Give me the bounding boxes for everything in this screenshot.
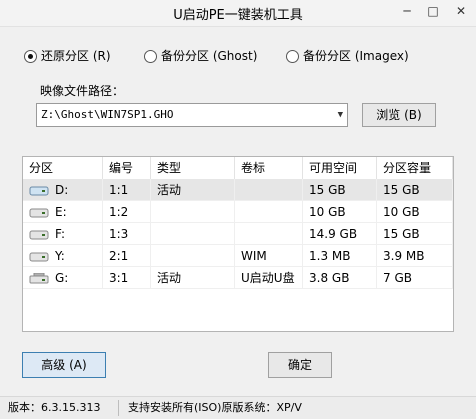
- cell-label: U启动U盘: [235, 267, 303, 289]
- radio-backup-ghost-label: 备份分区 (Ghost): [161, 49, 258, 63]
- cell-capacity: 7 GB: [377, 267, 453, 289]
- col-type[interactable]: 类型: [151, 157, 235, 179]
- cell-number: 1:3: [103, 223, 151, 245]
- cell-capacity: 3.9 MB: [377, 245, 453, 267]
- advanced-button[interactable]: 高级 (A): [22, 352, 106, 378]
- cell-type: [151, 223, 235, 245]
- table-row[interactable]: G: 3:1 活动 U启动U盘 3.8 GB 7 GB: [23, 267, 453, 289]
- col-number[interactable]: 编号: [103, 157, 151, 179]
- image-path-value: Z:\Ghost\WIN7SP1.GHO: [41, 108, 174, 121]
- cell-label: WIM: [235, 245, 303, 267]
- drive-letter: D:: [55, 183, 69, 197]
- table-row[interactable]: E: 1:2 10 GB 10 GB: [23, 201, 453, 223]
- status-bar: 版本：6.3.15.313 支持安装所有(ISO)原版系统：XP/V: [0, 396, 476, 419]
- radio-restore-label: 还原分区 (R): [41, 49, 111, 63]
- cell-free: 15 GB: [303, 179, 377, 201]
- radio-restore[interactable]: 还原分区 (R): [24, 48, 111, 64]
- cell-free: 10 GB: [303, 201, 377, 223]
- table-header: 分区 编号 类型 卷标 可用空间 分区容量: [23, 157, 453, 180]
- cell-number: 3:1: [103, 267, 151, 289]
- status-divider: [118, 400, 119, 416]
- drive-icon: [29, 229, 49, 240]
- radio-backup-imagex-dot[interactable]: [286, 49, 299, 63]
- radio-backup-imagex[interactable]: 备份分区 (Imagex): [286, 48, 409, 64]
- cell-label: [235, 223, 303, 245]
- ok-button[interactable]: 确定: [268, 352, 332, 378]
- cell-free: 1.3 MB: [303, 245, 377, 267]
- cell-capacity: 15 GB: [377, 179, 453, 201]
- image-path-label: 映像文件路径：: [40, 84, 125, 98]
- cell-free: 3.8 GB: [303, 267, 377, 289]
- version-text: 版本：6.3.15.313: [8, 401, 101, 414]
- drive-icon: [29, 251, 49, 262]
- minimize-button[interactable]: ─: [394, 2, 420, 20]
- cell-partition: D:: [23, 179, 103, 201]
- cell-label: [235, 179, 303, 201]
- table-row[interactable]: D: 1:1 活动 15 GB 15 GB: [23, 179, 453, 201]
- drive-icon: [29, 207, 49, 218]
- cell-number: 2:1: [103, 245, 151, 267]
- drive-icon: [29, 185, 49, 196]
- cell-type: [151, 201, 235, 223]
- title-bar: U启动PE一键装机工具 ─ □ ✕: [0, 0, 476, 27]
- dropdown-arrow-icon[interactable]: ▼: [338, 104, 343, 126]
- cell-number: 1:2: [103, 201, 151, 223]
- cell-partition: E:: [23, 201, 103, 223]
- radio-backup-imagex-label: 备份分区 (Imagex): [303, 49, 409, 63]
- cell-partition: Y:: [23, 245, 103, 267]
- table-row[interactable]: Y: 2:1 WIM 1.3 MB 3.9 MB: [23, 245, 453, 267]
- table-row[interactable]: F: 1:3 14.9 GB 15 GB: [23, 223, 453, 245]
- drive-letter: E:: [55, 205, 67, 219]
- close-button[interactable]: ✕: [448, 2, 474, 20]
- cell-label: [235, 201, 303, 223]
- usb-drive-icon: [29, 273, 49, 284]
- radio-restore-dot[interactable]: [24, 49, 37, 63]
- drive-letter: G:: [55, 271, 69, 285]
- cell-partition: G:: [23, 267, 103, 289]
- col-free-space[interactable]: 可用空间: [303, 157, 377, 179]
- partition-table: 分区 编号 类型 卷标 可用空间 分区容量 D: 1:1 活动 15 GB 15…: [22, 156, 454, 332]
- col-capacity[interactable]: 分区容量: [377, 157, 453, 179]
- support-text: 支持安装所有(ISO)原版系统：XP/V: [128, 401, 302, 414]
- cell-type: 活动: [151, 267, 235, 289]
- radio-backup-ghost[interactable]: 备份分区 (Ghost): [144, 48, 257, 64]
- cell-partition: F:: [23, 223, 103, 245]
- radio-backup-ghost-dot[interactable]: [144, 49, 157, 63]
- maximize-button[interactable]: □: [420, 2, 446, 20]
- cell-type: [151, 245, 235, 267]
- col-label[interactable]: 卷标: [235, 157, 303, 179]
- image-path-combo[interactable]: Z:\Ghost\WIN7SP1.GHO ▼: [36, 103, 348, 127]
- cell-capacity: 15 GB: [377, 223, 453, 245]
- cell-capacity: 10 GB: [377, 201, 453, 223]
- cell-number: 1:1: [103, 179, 151, 201]
- cell-type: 活动: [151, 179, 235, 201]
- drive-letter: Y:: [55, 249, 65, 263]
- cell-free: 14.9 GB: [303, 223, 377, 245]
- browse-button[interactable]: 浏览 (B): [362, 103, 436, 127]
- drive-letter: F:: [55, 227, 66, 241]
- col-partition[interactable]: 分区: [23, 157, 103, 179]
